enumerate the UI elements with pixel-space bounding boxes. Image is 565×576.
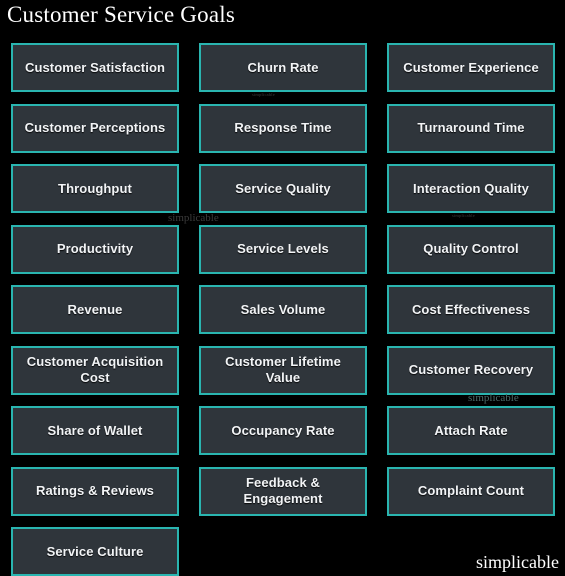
goal-card-label: Churn Rate xyxy=(247,59,319,75)
goal-card-label: Customer Perceptions xyxy=(24,120,166,135)
goal-card-label: Service Culture xyxy=(46,543,144,559)
goal-card-label: Cost Effectiveness xyxy=(411,301,531,317)
goal-card-label: Occupancy Rate xyxy=(231,422,335,438)
goal-card[interactable]: Customer Acquisition Cost xyxy=(11,345,179,395)
goal-card[interactable]: Customer Perceptions xyxy=(11,103,179,153)
goal-card-label: Throughput xyxy=(58,180,132,196)
goal-card[interactable]: Ratings & Reviews xyxy=(11,466,179,516)
grid-spacer xyxy=(199,527,367,576)
goal-card[interactable]: Churn Rate xyxy=(199,43,367,92)
goal-card-label: Customer Experience xyxy=(403,59,539,75)
goal-card-label: Revenue xyxy=(67,301,123,317)
goal-card-label: Customer Satisfaction xyxy=(24,59,166,75)
goal-card[interactable]: Response Time xyxy=(199,103,367,153)
goal-card[interactable]: Service Quality xyxy=(199,164,367,213)
goal-card-label: Ratings & Reviews xyxy=(35,483,154,498)
goal-card[interactable]: Occupancy Rate xyxy=(199,406,367,455)
goal-card[interactable]: Interaction Quality xyxy=(387,164,555,213)
goal-card[interactable]: Cost Effectiveness xyxy=(387,285,555,334)
goal-card[interactable]: Quality Control xyxy=(387,224,555,274)
goal-card-label: Interaction Quality xyxy=(412,180,530,196)
goal-card-label: Turnaround Time xyxy=(417,120,525,135)
goal-card-label: Sales Volume xyxy=(240,301,326,317)
goal-card[interactable]: Customer Experience xyxy=(387,43,555,92)
goal-card[interactable]: Customer Recovery xyxy=(387,345,555,395)
goal-card[interactable]: Revenue xyxy=(11,285,179,334)
goal-card-label: Response Time xyxy=(234,120,332,135)
goal-card-label: Customer Lifetime Value xyxy=(225,354,341,385)
goal-card[interactable]: Service Levels xyxy=(199,224,367,274)
goal-card[interactable]: Throughput xyxy=(11,164,179,213)
goal-card[interactable]: Productivity xyxy=(11,224,179,274)
goal-card-label: Attach Rate xyxy=(434,422,508,438)
goal-card-label: Service Quality xyxy=(235,180,331,196)
goal-card-label: Complaint Count xyxy=(417,483,525,498)
goal-card[interactable]: Customer Lifetime Value xyxy=(199,345,367,395)
goal-card-label: Productivity xyxy=(56,241,134,256)
goal-card[interactable]: Share of Wallet xyxy=(11,406,179,455)
page-title: Customer Service Goals xyxy=(7,2,235,27)
goal-card-label: Share of Wallet xyxy=(47,422,143,438)
goal-card-label: Feedback & Engagement xyxy=(243,475,323,506)
goal-card[interactable]: Service Culture xyxy=(11,527,179,576)
goal-card[interactable]: Sales Volume xyxy=(199,285,367,334)
goal-card[interactable]: Feedback & Engagement xyxy=(199,466,367,516)
goal-card[interactable]: Turnaround Time xyxy=(387,103,555,153)
goals-grid: Customer Satisfaction Churn Rate Customer … xyxy=(11,43,555,576)
goal-card-label: Customer Recovery xyxy=(408,362,534,377)
goal-card-label: Customer Acquisition Cost xyxy=(26,354,164,385)
goal-card[interactable]: Customer Satisfaction xyxy=(11,43,179,92)
goal-card[interactable]: Attach Rate xyxy=(387,406,555,455)
grid-spacer xyxy=(387,527,555,576)
goal-card-label: Service Levels xyxy=(237,241,329,256)
goal-card[interactable]: Complaint Count xyxy=(387,466,555,516)
goal-card-label: Quality Control xyxy=(423,241,519,256)
